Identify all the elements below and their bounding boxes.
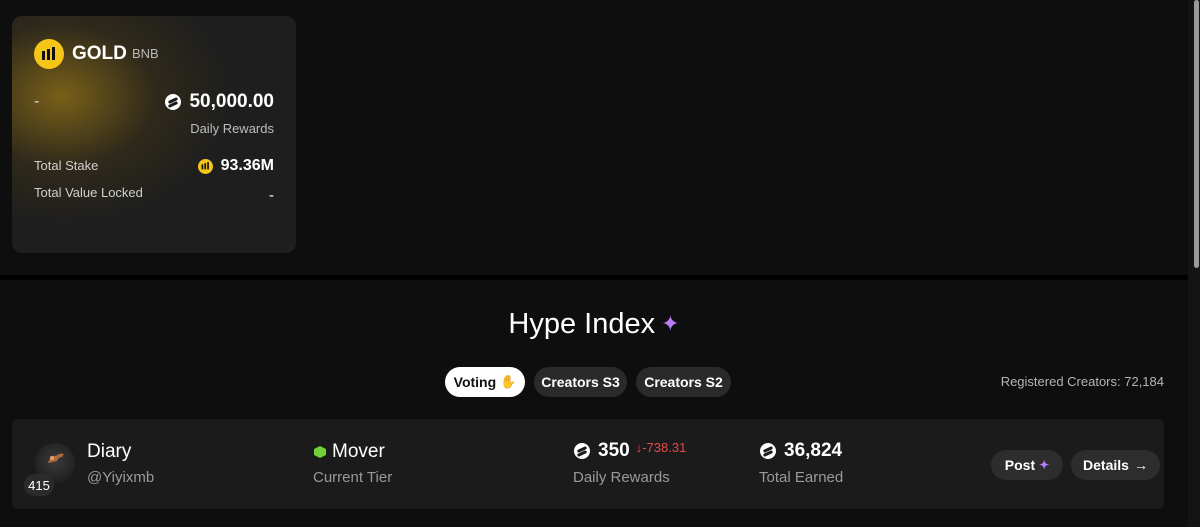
tab-creators-s2[interactable]: Creators S2 <box>636 367 731 397</box>
scrollbar-thumb[interactable] <box>1194 0 1199 268</box>
s-token-icon <box>165 94 182 110</box>
creator-row[interactable]: 415 Diary @Yiyixmb Mover Current Tier 35… <box>12 419 1164 509</box>
creator-handle: @Yiyixmb <box>87 469 155 486</box>
daily-rewards-label: Daily Rewards <box>573 469 670 486</box>
tab-creators-s2-label: Creators S2 <box>644 374 723 390</box>
avatar-image <box>48 453 64 463</box>
tier-label: Current Tier <box>313 469 393 486</box>
arrow-right-icon: → <box>1133 457 1148 473</box>
total-earned-value: 36,824 <box>784 440 843 461</box>
creator-total-earned: 36,824 <box>760 440 842 462</box>
total-stake-amount: 93.36M <box>197 157 274 175</box>
tier-value: Mover <box>332 441 385 462</box>
creator-daily-rewards: 350 ↓-738.31 <box>574 440 686 462</box>
tvl-label: Total Value Locked <box>34 185 143 200</box>
gold-pool-card[interactable]: GOLD BNB - 50,000.00 Daily Rewards Total… <box>12 16 296 253</box>
pool-left-value: - <box>34 93 40 110</box>
creator-name[interactable]: Diary <box>87 441 131 463</box>
details-button[interactable]: Details → <box>1071 450 1160 480</box>
post-button-label: Post <box>1004 457 1036 473</box>
gold-token-icon <box>197 158 213 174</box>
daily-rewards-value: 350 <box>598 440 630 461</box>
daily-rewards-value: 50,000.00 <box>189 91 274 112</box>
hype-index-title: Hype Index ✦ <box>0 308 1188 341</box>
tier-gem-icon <box>314 446 326 458</box>
daily-rewards-label: Daily Rewards <box>190 121 274 136</box>
hand-icon: ✋ <box>500 374 517 389</box>
gold-token-icon <box>34 39 64 69</box>
tab-creators-s3-label: Creators S3 <box>541 374 620 390</box>
rank-badge: 415 <box>24 474 54 496</box>
total-stake-label: Total Stake <box>34 158 99 173</box>
s-token-icon <box>760 443 776 459</box>
total-stake-value: 93.36M <box>220 157 274 174</box>
s-token-icon <box>574 443 590 459</box>
tier-value-row: Mover <box>314 441 385 463</box>
registered-creators-count: Registered Creators: 72,184 <box>1000 374 1164 389</box>
hype-index-title-text: Hype Index <box>508 308 656 340</box>
pool-name: GOLD <box>72 43 127 64</box>
daily-rewards-amount: 50,000.00 <box>165 91 274 113</box>
post-button[interactable]: Post ✦ <box>991 450 1063 480</box>
total-earned-label: Total Earned <box>759 469 844 486</box>
daily-change-value: -738.31 <box>642 439 687 455</box>
sparkle-icon: ✦ <box>661 311 680 336</box>
details-button-label: Details <box>1083 457 1129 473</box>
staking-section: GOLD BNB - 50,000.00 Daily Rewards Total… <box>0 0 1188 275</box>
sparkle-icon: ✦ <box>1039 458 1050 472</box>
tab-creators-s3[interactable]: Creators S3 <box>534 367 627 397</box>
daily-change: ↓-738.31 <box>636 440 687 455</box>
tvl-value: - <box>269 187 274 204</box>
pool-chain: BNB <box>132 46 159 61</box>
tab-voting[interactable]: Voting ✋ <box>445 367 525 397</box>
hype-index-section: Hype Index ✦ Voting ✋ Creators S3 Creators… <box>0 280 1188 527</box>
tab-voting-label: Voting <box>453 374 497 390</box>
